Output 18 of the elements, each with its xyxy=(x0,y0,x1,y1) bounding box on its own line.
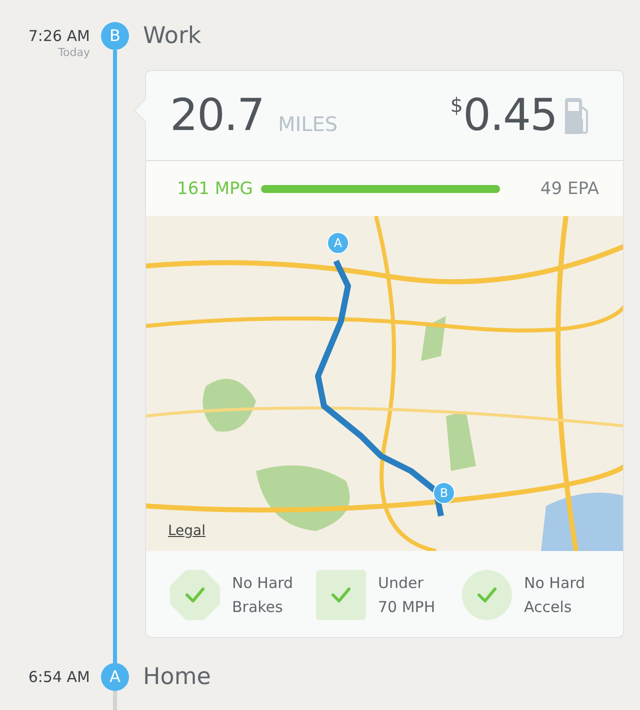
legal-link[interactable]: Legal xyxy=(168,523,206,539)
trip-time: 6:54 AM xyxy=(28,667,90,688)
epa-value: 49 EPA xyxy=(540,178,599,198)
stop-name: Home xyxy=(143,663,211,691)
badge-label: No Hard Accels xyxy=(524,573,586,618)
mpg-value: 161 MPG xyxy=(177,178,253,198)
distance-unit: MILES xyxy=(278,112,338,136)
badge-label: No Hard Brakes xyxy=(232,573,294,618)
trip-time: 7:26 AM xyxy=(28,26,90,47)
fuel-cost: 0.45 xyxy=(463,90,557,141)
stop-name: Work xyxy=(143,22,202,50)
distance-value: 20.7 xyxy=(170,90,264,141)
currency-sign: $ xyxy=(450,93,464,117)
stop-marker: B xyxy=(101,22,129,50)
stop-marker: A xyxy=(101,663,129,691)
trip-day: Today xyxy=(58,47,90,59)
fuel-pump-icon xyxy=(563,96,591,134)
badge-label: Under 70 MPH xyxy=(378,573,436,618)
